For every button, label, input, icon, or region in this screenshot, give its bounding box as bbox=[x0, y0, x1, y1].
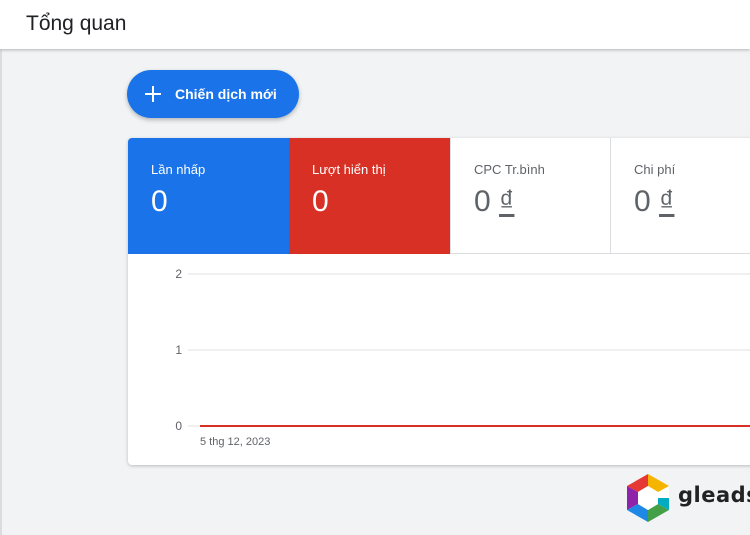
new-campaign-label: Chiến dịch mới bbox=[175, 86, 277, 102]
metric-clicks-value: 0 bbox=[151, 185, 168, 218]
metric-avg-cpc-label: CPC Tr.bình bbox=[474, 162, 545, 177]
chart-y-tick-label: 2 bbox=[175, 267, 182, 281]
chart-x-start-label: 5 thg 12, 2023 bbox=[200, 436, 270, 448]
metric-impressions[interactable]: Lượt hiển thị 0 bbox=[289, 138, 450, 254]
currency-symbol: ₫ bbox=[499, 185, 515, 218]
chart-y-tick-label: 0 bbox=[175, 419, 182, 433]
new-campaign-button[interactable]: Chiến dịch mới bbox=[127, 70, 299, 118]
metric-clicks-label: Lần nhấp bbox=[151, 162, 206, 177]
metric-impressions-value: 0 bbox=[312, 185, 329, 218]
metric-avg-cpc-value: 0 ₫ bbox=[474, 185, 611, 219]
chart-y-tick-label: 1 bbox=[175, 343, 182, 357]
plus-icon bbox=[143, 84, 163, 104]
chart-svg: 2 1 0 5 thg 12, 2023 bbox=[175, 267, 750, 448]
currency-symbol: ₫ bbox=[659, 185, 675, 218]
chart-grid bbox=[188, 273, 750, 427]
performance-chart: 2 1 0 5 thg 12, 2023 bbox=[128, 254, 750, 465]
left-border bbox=[0, 49, 2, 535]
metric-cost-number: 0 bbox=[634, 185, 651, 218]
top-header: Tổng quan bbox=[0, 0, 750, 49]
gleads-logo: gleads bbox=[622, 472, 750, 524]
metric-cost[interactable]: Chi phí 0 ₫ bbox=[610, 138, 750, 254]
gleads-logo-icon bbox=[627, 474, 669, 522]
metric-avg-cpc[interactable]: CPC Tr.bình 0 ₫ bbox=[450, 138, 611, 254]
metric-clicks[interactable]: Lần nhấp 0 bbox=[128, 138, 289, 254]
metric-avg-cpc-number: 0 bbox=[474, 185, 491, 218]
metric-cost-label: Chi phí bbox=[634, 162, 676, 177]
overview-card: Lần nhấp 0 Lượt hiển thị 0 CPC Tr.bình 0… bbox=[128, 138, 750, 465]
page-title: Tổng quan bbox=[26, 12, 127, 35]
metric-impressions-label: Lượt hiển thị bbox=[312, 162, 386, 177]
gleads-logo-text: gleads bbox=[678, 483, 750, 507]
chart-y-ticks: 2 1 0 bbox=[175, 267, 182, 433]
metric-cost-value: 0 ₫ bbox=[634, 185, 750, 219]
